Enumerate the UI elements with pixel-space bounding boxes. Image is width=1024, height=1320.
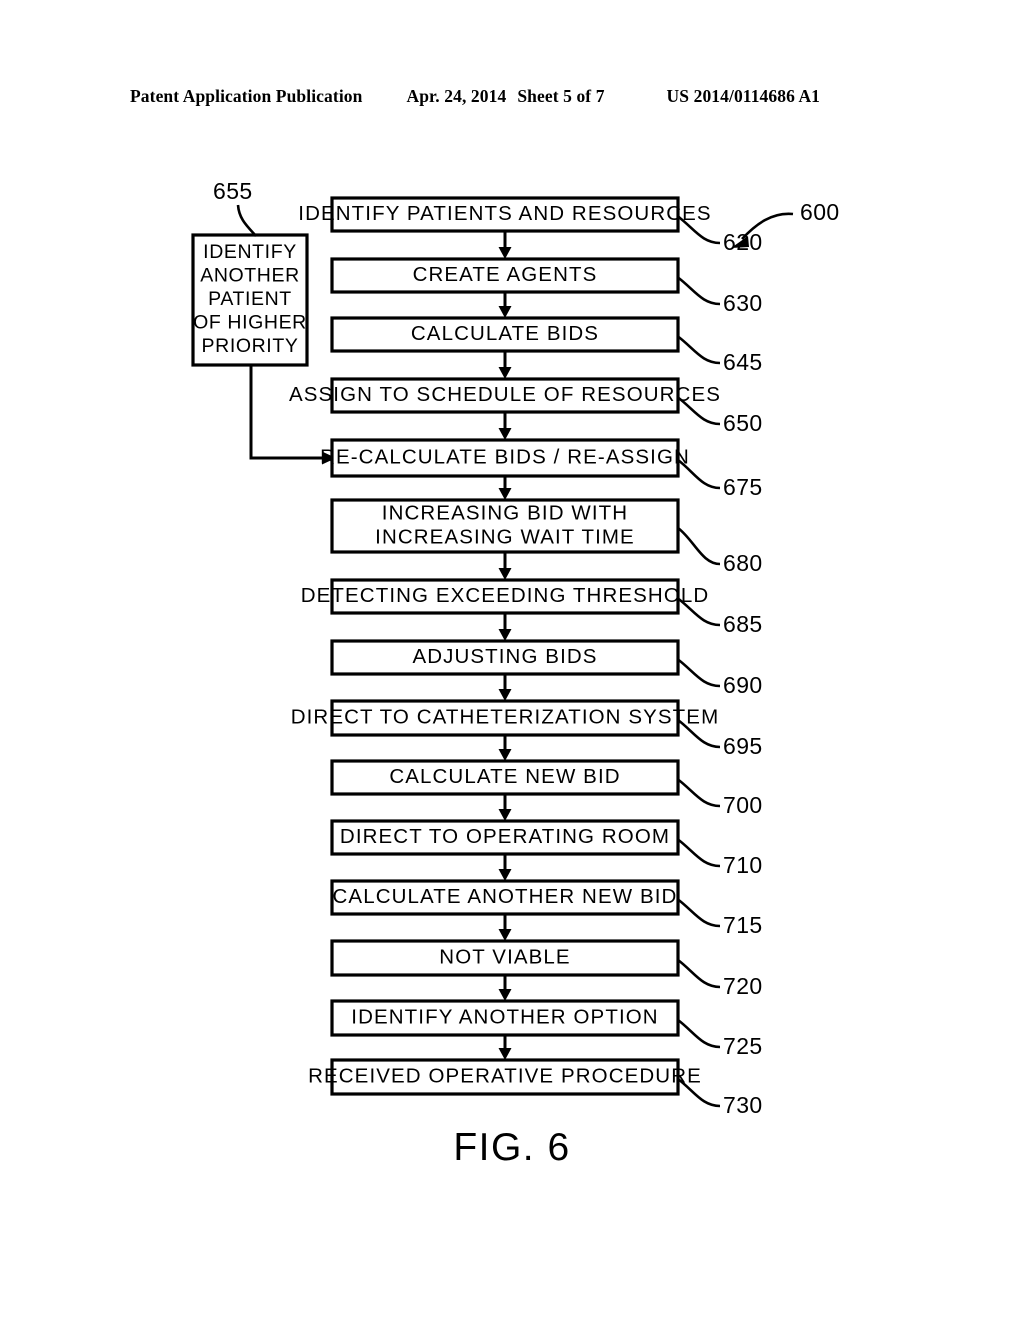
- flow-step-label-680: INCREASING WAIT TIME: [375, 525, 635, 548]
- reference-leader-720: 720: [677, 958, 763, 999]
- reference-number-710: 710: [723, 852, 763, 878]
- figure-6-flowchart: IDENTIFYANOTHERPATIENTOF HIGHERPRIORITY …: [191, 178, 840, 1169]
- flow-step-label-675: RE-CALCULATE BIDS / RE-ASSIGN: [320, 445, 690, 468]
- reference-number-645: 645: [723, 349, 763, 375]
- flow-step-720[interactable]: NOT VIABLE: [330, 939, 680, 977]
- flow-step-label-685: DETECTING EXCEEDING THRESHOLD: [301, 584, 710, 607]
- reference-number-730: 730: [723, 1092, 763, 1118]
- flow-step-630[interactable]: CREATE AGENTS: [330, 257, 680, 294]
- reference-leader-690: 690: [677, 658, 763, 698]
- flow-step-boxes: IDENTIFY PATIENTS AND RESOURCES620CREATE…: [289, 196, 763, 1118]
- flow-step-620[interactable]: IDENTIFY PATIENTS AND RESOURCES: [298, 196, 711, 233]
- reference-leader-675: 675: [677, 458, 763, 500]
- flow-step-label-650: ASSIGN TO SCHEDULE OF RESOURCES: [289, 383, 721, 406]
- flow-arrow-720-to-725: [498, 975, 512, 1001]
- flow-step-715[interactable]: CALCULATE ANOTHER NEW BID: [330, 879, 680, 916]
- reference-number-675: 675: [723, 474, 763, 500]
- flow-arrow-630-to-645: [498, 292, 512, 318]
- reference-number-600: 600: [800, 199, 840, 225]
- reference-leader-680: 680: [677, 526, 763, 576]
- reference-leader-700: 700: [677, 778, 763, 818]
- flow-step-label-730: RECEIVED OPERATIVE PROCEDURE: [308, 1064, 702, 1087]
- flow-step-680[interactable]: INCREASING BID WITHINCREASING WAIT TIME: [330, 498, 680, 554]
- reference-number-630: 630: [723, 290, 763, 316]
- flow-step-650[interactable]: ASSIGN TO SCHEDULE OF RESOURCES: [289, 377, 721, 414]
- figure-caption: FIG. 6: [453, 1126, 570, 1169]
- flow-step-label-645: CALCULATE BIDS: [411, 322, 599, 345]
- reference-number-725: 725: [723, 1033, 763, 1059]
- reference-leader-710: 710: [677, 838, 763, 878]
- flow-step-label-725: IDENTIFY ANOTHER OPTION: [351, 1005, 658, 1028]
- flow-step-label-630: CREATE AGENTS: [413, 263, 598, 286]
- side-box-identify-another-patient[interactable]: IDENTIFYANOTHERPATIENTOF HIGHERPRIORITY: [191, 233, 309, 367]
- flow-arrow-725-to-730: [498, 1035, 512, 1060]
- flow-arrow-680-to-685: [498, 552, 512, 580]
- flow-arrow-675-to-680: [498, 476, 512, 500]
- reference-number-695: 695: [723, 733, 763, 759]
- side-box-label-line: OF HIGHER: [193, 312, 307, 334]
- flow-step-label-690: ADJUSTING BIDS: [412, 645, 597, 668]
- flow-step-710[interactable]: DIRECT TO OPERATING ROOM: [330, 819, 680, 856]
- flow-step-685[interactable]: DETECTING EXCEEDING THRESHOLD: [301, 578, 710, 615]
- flow-step-730[interactable]: RECEIVED OPERATIVE PROCEDURE: [308, 1058, 702, 1096]
- reference-number-715: 715: [723, 912, 763, 938]
- flow-step-645[interactable]: CALCULATE BIDS: [330, 316, 680, 353]
- flow-arrow-685-to-690: [498, 613, 512, 641]
- flow-arrow-710-to-715: [498, 854, 512, 881]
- reference-leader-600: 600: [731, 199, 840, 248]
- reference-leader-715: 715: [677, 898, 763, 938]
- side-box-label-line: IDENTIFY: [203, 241, 297, 263]
- flow-arrow-650-to-675: [498, 412, 512, 440]
- reference-number-685: 685: [723, 611, 763, 637]
- reference-number-700: 700: [723, 792, 763, 818]
- flow-step-label-680: INCREASING BID WITH: [382, 501, 628, 524]
- side-box-text: IDENTIFYANOTHERPATIENTOF HIGHERPRIORITY: [193, 241, 307, 357]
- reference-leader-725: 725: [677, 1018, 763, 1059]
- flow-step-label-710: DIRECT TO OPERATING ROOM: [340, 825, 670, 848]
- reference-leader-645: 645: [677, 335, 763, 375]
- side-box-label-line: PRIORITY: [202, 335, 299, 357]
- side-box-label-line: ANOTHER: [200, 265, 300, 287]
- flow-step-label-620: IDENTIFY PATIENTS AND RESOURCES: [298, 202, 711, 225]
- flow-arrow-690-to-695: [498, 674, 512, 701]
- flow-arrow-645-to-650: [498, 351, 512, 379]
- side-box-label-line: PATIENT: [208, 288, 292, 310]
- flow-step-700[interactable]: CALCULATE NEW BID: [330, 759, 680, 796]
- reference-number-655: 655: [213, 178, 253, 204]
- flow-step-label-715: CALCULATE ANOTHER NEW BID: [333, 885, 678, 908]
- flow-step-label-700: CALCULATE NEW BID: [389, 765, 620, 788]
- reference-leader-630: 630: [677, 276, 763, 316]
- reference-number-650: 650: [723, 410, 763, 436]
- flow-step-label-720: NOT VIABLE: [439, 945, 570, 968]
- flow-arrow-700-to-710: [498, 794, 512, 821]
- flow-arrow-695-to-700: [498, 735, 512, 761]
- reference-number-680: 680: [723, 550, 763, 576]
- flow-step-695[interactable]: DIRECT TO CATHETERIZATION SYSTEM: [291, 699, 720, 737]
- flow-step-675[interactable]: RE-CALCULATE BIDS / RE-ASSIGN: [320, 438, 690, 478]
- flow-step-690[interactable]: ADJUSTING BIDS: [330, 639, 680, 676]
- flow-step-label-695: DIRECT TO CATHETERIZATION SYSTEM: [291, 705, 720, 728]
- flow-arrow-715-to-720: [498, 914, 512, 941]
- reference-number-690: 690: [723, 672, 763, 698]
- flow-step-725[interactable]: IDENTIFY ANOTHER OPTION: [330, 999, 680, 1037]
- reference-number-720: 720: [723, 973, 763, 999]
- flow-arrow-620-to-630: [498, 231, 512, 259]
- reference-leader-655: 655: [213, 178, 257, 237]
